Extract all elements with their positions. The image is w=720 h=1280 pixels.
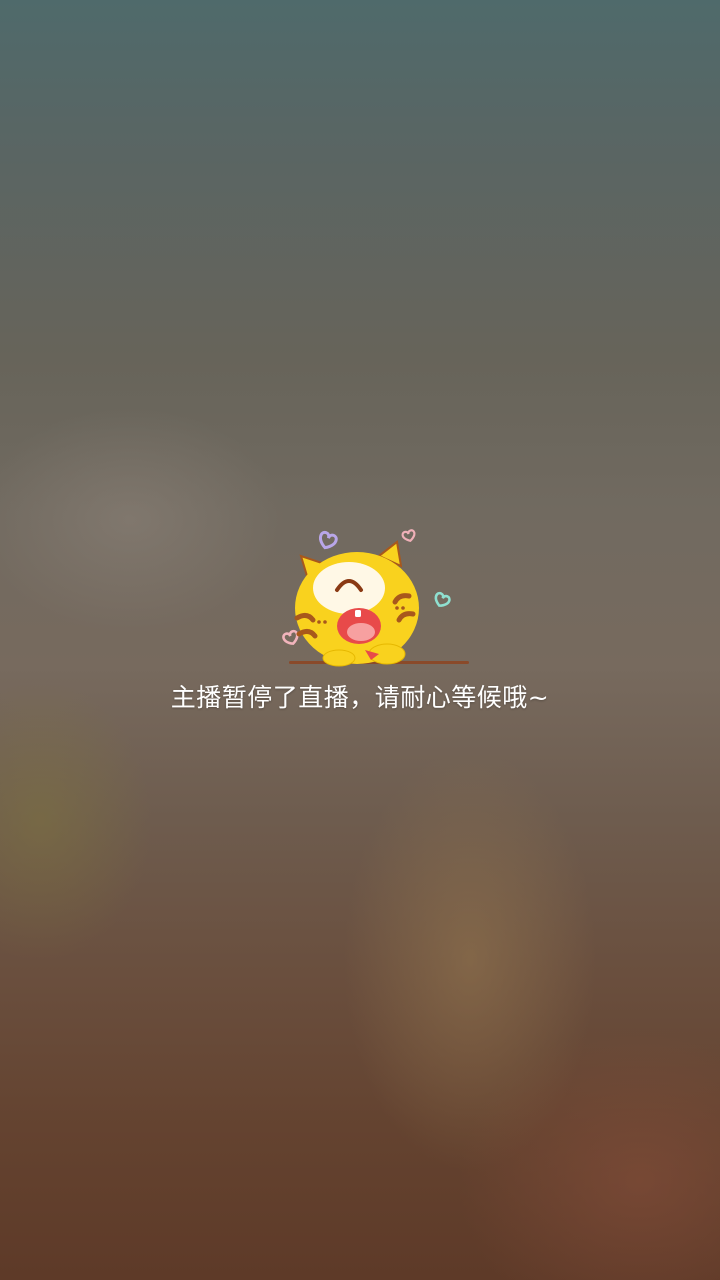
heart-icon bbox=[434, 591, 451, 607]
sleepy-cat-mascot-icon bbox=[282, 529, 469, 667]
heart-icon bbox=[318, 530, 338, 550]
stream-paused-overlay: 主播暂停了直播，请耐心等候哦~ bbox=[0, 520, 720, 720]
stream-paused-message: 主播暂停了直播，请耐心等候哦~ bbox=[170, 683, 550, 712]
heart-icon bbox=[401, 529, 416, 543]
